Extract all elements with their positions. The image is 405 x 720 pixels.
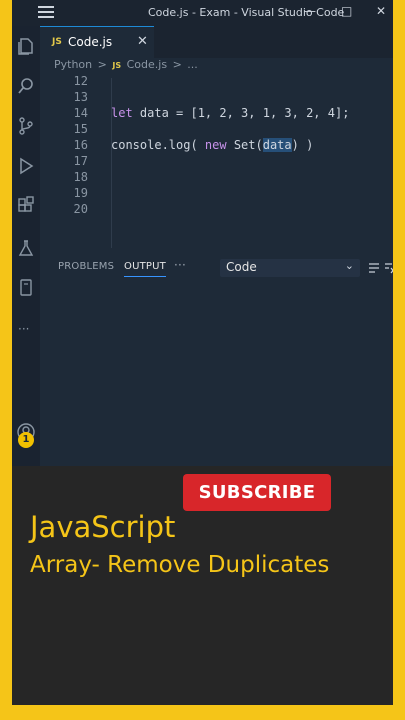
code-line: 19 — [40, 186, 393, 202]
output-channel-value: Code — [226, 260, 257, 274]
minimize-button[interactable]: — — [304, 4, 316, 18]
clear-output-icon[interactable] — [384, 262, 393, 274]
maximize-button[interactable]: □ — [341, 4, 352, 18]
activity-bar: ··· 1 — [12, 26, 40, 466]
tab-problems[interactable]: PROBLEMS — [58, 261, 114, 272]
search-icon[interactable] — [16, 76, 36, 96]
tab-code-js[interactable]: JS Code.js ✕ — [40, 26, 154, 59]
line-number: 19 — [73, 186, 88, 200]
line-number: 15 — [73, 122, 88, 136]
code-line: 13 — [40, 90, 393, 106]
extensions-icon[interactable] — [16, 196, 36, 216]
app-frame: Code.js - Exam - Visual Studio Code — □ … — [12, 0, 393, 705]
close-window-button[interactable]: ✕ — [376, 4, 386, 18]
line-number: 20 — [73, 202, 88, 216]
line-number: 12 — [73, 74, 88, 88]
subscribe-button[interactable]: SUBSCRIBE — [183, 474, 331, 511]
chevron-right-icon: > — [97, 58, 107, 71]
line-number: 14 — [73, 106, 88, 120]
explorer-icon[interactable] — [16, 36, 36, 56]
testing-flask-icon[interactable] — [16, 238, 36, 258]
keyword-let: let — [111, 106, 133, 120]
more-dots-icon[interactable]: ··· — [18, 322, 29, 336]
headline-javascript: JavaScript — [30, 510, 176, 544]
code-line: 17 — [40, 154, 393, 170]
source-control-icon[interactable] — [16, 116, 36, 136]
code-line: 18 — [40, 170, 393, 186]
breadcrumb-item[interactable]: Code.js — [127, 58, 167, 71]
code-line: 20 — [40, 202, 393, 218]
code-part: ) ) — [291, 138, 314, 152]
line-number: 13 — [73, 90, 88, 104]
tab-output[interactable]: OUTPUT — [124, 261, 166, 277]
selected-text: data — [262, 138, 292, 152]
line-number: 17 — [73, 154, 88, 168]
code-line: 16 console.log( new Set(data) ) — [40, 138, 393, 154]
run-debug-icon[interactable] — [16, 156, 36, 176]
editor-tabs: JS Code.js ✕ — [40, 26, 393, 59]
title-bar: Code.js - Exam - Visual Studio Code — □ … — [12, 0, 393, 26]
chevron-down-icon: ⌄ — [344, 259, 354, 272]
tab-label: Code.js — [68, 35, 113, 49]
notification-badge: 1 — [18, 432, 34, 448]
code-part: Set( — [226, 138, 263, 152]
panel-tab-bar: PROBLEMS OUTPUT ··· Code ⌄ — [40, 252, 393, 284]
output-channel-select[interactable]: Code ⌄ — [220, 259, 360, 277]
filter-lines-icon[interactable] — [368, 262, 380, 274]
hamburger-menu-icon[interactable] — [38, 6, 54, 18]
line-number: 18 — [73, 170, 88, 184]
code-text: let data = [1, 2, 3, 1, 3, 2, 4]; — [111, 106, 349, 120]
js-file-icon: JS — [112, 61, 122, 70]
more-actions-icon[interactable]: ··· — [174, 258, 186, 272]
breadcrumb-item[interactable]: ... — [187, 58, 198, 71]
chevron-right-icon: > — [172, 58, 182, 71]
line-number: 16 — [73, 138, 88, 152]
js-file-icon: JS — [52, 37, 62, 47]
editor-area: JS Code.js ✕ Python > JS Code.js > ... 1… — [40, 26, 393, 466]
keyword-new: new — [204, 138, 227, 152]
code-line: 15 — [40, 122, 393, 138]
remote-explorer-icon[interactable] — [16, 278, 36, 298]
code-line: 12 — [40, 74, 393, 90]
breadcrumb-item[interactable]: Python — [54, 58, 92, 71]
code-text: console.log( new Set(data) ) — [111, 138, 313, 152]
close-icon[interactable]: ✕ — [137, 34, 148, 49]
code-part: console.log( — [111, 138, 205, 152]
code-line: 14 let data = [1, 2, 3, 1, 3, 2, 4]; — [40, 106, 393, 122]
headline-topic: Array- Remove Duplicates — [30, 552, 330, 578]
code-rest: data = [1, 2, 3, 1, 3, 2, 4]; — [132, 106, 350, 120]
